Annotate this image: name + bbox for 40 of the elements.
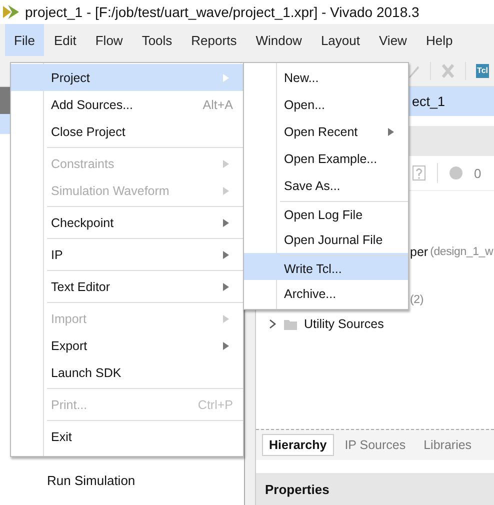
window-title: project_1 - [F:/job/test/uart_wave/project_1.xpr] - Vivado 2018.3 — [25, 4, 420, 20]
menu-entry[interactable]: IP — [11, 236, 243, 268]
menu-entry[interactable]: Open Example... — [244, 145, 408, 172]
menu-entry[interactable]: Archive... — [244, 280, 408, 307]
menu-entry[interactable]: Open... — [244, 91, 408, 118]
menu-entry[interactable]: Open Recent — [244, 118, 408, 145]
menu-entry[interactable]: Export — [11, 332, 243, 359]
menu-item[interactable]: Reports — [182, 24, 246, 56]
menu-item[interactable]: Layout — [312, 24, 369, 56]
tab[interactable]: Hierarchy — [262, 434, 334, 456]
navigator-item[interactable]: Run Simulation — [0, 473, 244, 497]
tcl-button[interactable]: Tcl — [476, 64, 489, 78]
menu-entry[interactable]: Open Journal File — [244, 226, 408, 253]
tree-note: (design_1_w — [430, 246, 494, 258]
tree-label[interactable]: Utility Sources — [304, 317, 384, 331]
menu-entry[interactable]: Open Log File — [244, 199, 408, 226]
properties-title: Properties — [265, 482, 330, 496]
menu-entry[interactable]: Text Editor — [11, 268, 243, 300]
menu-entry[interactable]: Close Project — [11, 118, 243, 145]
tab[interactable]: Libraries — [416, 434, 479, 456]
menu-entry[interactable]: Add Sources... Alt+A — [11, 91, 243, 118]
project-name: ect_1 — [412, 94, 446, 109]
menu-entry[interactable]: New... — [244, 64, 408, 91]
menu-entry[interactable]: Project — [11, 64, 243, 91]
menu-entry[interactable]: Exit — [11, 418, 243, 450]
message-count: 0 — [474, 166, 482, 180]
menu-entry[interactable]: Launch SDK — [11, 359, 243, 386]
menu-item[interactable]: Flow — [86, 24, 132, 56]
tab[interactable]: IP Sources — [338, 434, 413, 456]
tree-note: (2) — [410, 294, 424, 306]
menu-item[interactable]: Edit — [44, 24, 86, 56]
menu-item[interactable]: View — [370, 24, 416, 56]
tree-label[interactable]: per — [410, 245, 428, 259]
menu-item[interactable]: Tools — [132, 24, 182, 56]
menu-item[interactable]: File — [5, 24, 44, 56]
menu-entry[interactable]: Checkpoint — [11, 204, 243, 236]
menu-entry[interactable]: Save As... — [244, 172, 408, 199]
menu-item[interactable]: Window — [246, 24, 311, 56]
menu-item[interactable]: Help — [416, 24, 462, 56]
menu-entry[interactable]: Write Tcl... — [244, 253, 408, 280]
